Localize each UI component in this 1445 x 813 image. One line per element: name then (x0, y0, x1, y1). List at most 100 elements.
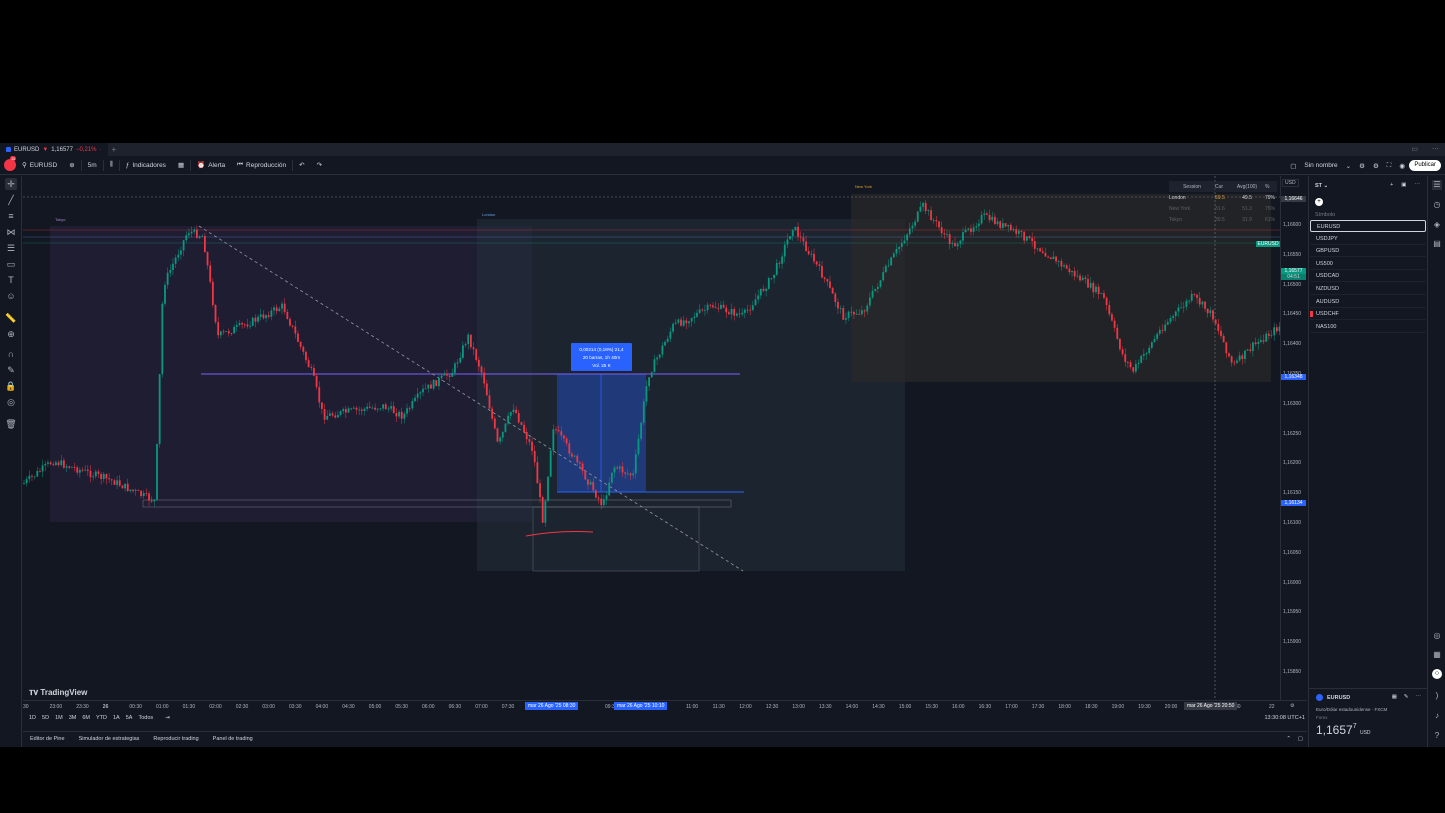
icons-icon[interactable]: ☺ (5, 290, 17, 302)
candle-body (1201, 301, 1204, 305)
range-1a[interactable]: 1A (113, 715, 120, 721)
symbol-tab[interactable]: EURUSD ▼ 1,16577 −0,21% · (0, 143, 108, 156)
add-symbol-icon[interactable]: + (1390, 182, 1393, 188)
pencil-lock-icon[interactable]: ✎ (5, 364, 17, 376)
new-tab-icon[interactable]: + (112, 145, 117, 154)
maximize-icon[interactable]: ▢ (1298, 736, 1303, 742)
more-icon[interactable]: ⋯ (1415, 182, 1421, 188)
apps-icon[interactable]: ⁘ (1432, 669, 1442, 679)
watchlist-item[interactable]: NAS100 (1310, 321, 1426, 333)
window-menu-icon[interactable]: ⋯ (1432, 145, 1439, 153)
target-icon[interactable]: ◎ (1432, 631, 1442, 641)
window-layout-icon[interactable]: ▭ (1411, 145, 1418, 153)
bottom-tab[interactable]: Editor de Pine (30, 736, 65, 742)
layers-icon[interactable]: ◈ (1432, 220, 1442, 230)
templates-button[interactable]: ▦ (172, 156, 190, 175)
watchlist-item[interactable]: USDCAD (1310, 270, 1426, 283)
rss-icon[interactable]: ) (1432, 691, 1442, 701)
price-axis[interactable]: USD 1,16600 1,16550 1,16500 1,16450 1,16400 1… (1256, 176, 1307, 700)
shapes-icon[interactable]: ▭ (5, 258, 17, 270)
bell-icon[interactable]: ♪ (1432, 711, 1442, 721)
fullscreen-icon[interactable]: ⛶ (1387, 162, 1392, 170)
symbol-search-button[interactable]: ⚲ EURUSD (16, 156, 63, 175)
text-icon[interactable]: T (5, 274, 17, 286)
undo-button[interactable]: ↶ (293, 156, 310, 175)
trend-line-icon[interactable]: ╱ (5, 194, 17, 206)
currency-label[interactable]: USD (1282, 179, 1299, 187)
range-1m[interactable]: 1M (55, 715, 63, 721)
watchlist-title[interactable]: ST ⌄ (1315, 183, 1328, 189)
avatar[interactable]: 11 (4, 156, 17, 171)
quick-search-icon[interactable]: ⚙ (1359, 162, 1365, 170)
goto-date-icon[interactable]: ⇥ (165, 715, 170, 721)
layout-name[interactable]: Sin nombre (1304, 162, 1337, 169)
watchlist-item[interactable]: USDJPY (1310, 233, 1426, 245)
publish-button[interactable]: Publicar (1409, 160, 1441, 171)
alert-button[interactable]: ⏰ Alerta (191, 156, 231, 175)
candle-body (454, 363, 456, 373)
watchlist-item[interactable]: USDCHF (1310, 308, 1426, 321)
collapse-icon[interactable]: ⌃ (1286, 736, 1291, 742)
fib-icon[interactable]: ≡ (5, 210, 17, 222)
chat-icon[interactable]: ▤ (1432, 239, 1442, 249)
interval-label: 5m (87, 161, 97, 169)
watchlist-icon[interactable]: ☰ (1432, 180, 1442, 190)
grid-view-icon[interactable]: ▦ (1392, 694, 1397, 700)
redo-button[interactable]: ↷ (311, 156, 328, 175)
ruler-icon[interactable]: 📏 (5, 312, 17, 324)
chevron-down-icon[interactable]: ⌄ (1346, 162, 1351, 170)
add-section-icon[interactable]: + (1315, 198, 1323, 206)
session-table-header: Session Cur Avg(100) % (1169, 181, 1277, 192)
clock[interactable]: 13:30:08 UTC+1 (1264, 715, 1305, 721)
bottom-tab[interactable]: Reproducir trading (153, 736, 198, 742)
advanced-view-icon[interactable]: ▣ (1401, 182, 1406, 188)
bottom-tab[interactable]: Panel de trading (213, 736, 253, 742)
range-5d[interactable]: 5D (42, 715, 49, 721)
compare-symbol-button[interactable]: ⊕ (63, 156, 80, 175)
time-axis[interactable]: 2221:3020:0019:3019:0018:3018:0017:3017:… (23, 700, 1307, 711)
watchlist-item[interactable]: GBPUSD (1310, 245, 1426, 258)
more-icon[interactable]: ⋯ (1416, 694, 1422, 700)
chart-pane[interactable]: Tokyo London New York 0,00214 (0,18%) 21… (23, 176, 1280, 700)
alerts-icon[interactable]: ◷ (1432, 200, 1442, 210)
lock-icon[interactable]: 🔒 (5, 380, 17, 392)
settings-icon[interactable]: ⚙ (1373, 162, 1379, 170)
axis-settings-icon[interactable]: ⚙ (1290, 703, 1294, 709)
indicators-button[interactable]: ƒ Indicadores (120, 156, 172, 175)
pattern-icon[interactable]: ⋈ (5, 226, 17, 238)
range-3m[interactable]: 3M (69, 715, 77, 721)
replay-button[interactable]: ⏮ Reproducción (231, 156, 292, 175)
layout-icon[interactable]: ▢ (1290, 162, 1296, 170)
candle-body (358, 409, 361, 411)
detail-price-main: 1,1657 (1316, 723, 1353, 737)
range-1d[interactable]: 1D (29, 715, 36, 721)
detail-symbol[interactable]: EURUSD (1327, 695, 1350, 701)
tradingview-watermark[interactable]: 𝐓𝐕 TradingView (29, 688, 87, 698)
watchlist-item[interactable]: NZDUSD (1310, 283, 1426, 295)
camera-icon[interactable]: ◉ (1399, 162, 1405, 170)
eye-icon[interactable]: ◎ (5, 396, 17, 408)
watchlist-item[interactable]: US500 (1310, 258, 1426, 270)
candle-body (754, 299, 757, 306)
forecast-icon[interactable]: ☰ (5, 242, 17, 254)
trash-icon[interactable]: 🗑 (5, 418, 17, 430)
magnet-icon[interactable]: ∩ (5, 348, 17, 360)
range-todos[interactable]: Todos (138, 715, 153, 721)
candle-body (911, 225, 914, 229)
price-chart[interactable] (23, 176, 1280, 700)
edit-icon[interactable]: ✎ (1404, 694, 1409, 700)
bottom-panel: Editor de Pine Simulador de estrategias Re… (23, 731, 1307, 746)
zoom-icon[interactable]: ⊕ (5, 328, 17, 340)
interval-button[interactable]: 5m (82, 156, 103, 175)
bottom-tab[interactable]: Simulador de estrategias (79, 736, 140, 742)
range-6m[interactable]: 6M (82, 715, 90, 721)
cursor-icon[interactable]: ✛ (5, 178, 17, 190)
watchlist-item[interactable]: EURUSD (1310, 220, 1426, 232)
watchlist-item[interactable]: AUDUSD (1310, 296, 1426, 308)
candle-body (674, 322, 677, 324)
help-icon[interactable]: ? (1432, 731, 1442, 741)
calendar-icon[interactable]: ▦ (1432, 650, 1442, 660)
chart-type-button[interactable]: ⫼ (104, 156, 119, 175)
range-5a[interactable]: 5A (126, 715, 133, 721)
range-ytd[interactable]: YTD (96, 715, 107, 721)
